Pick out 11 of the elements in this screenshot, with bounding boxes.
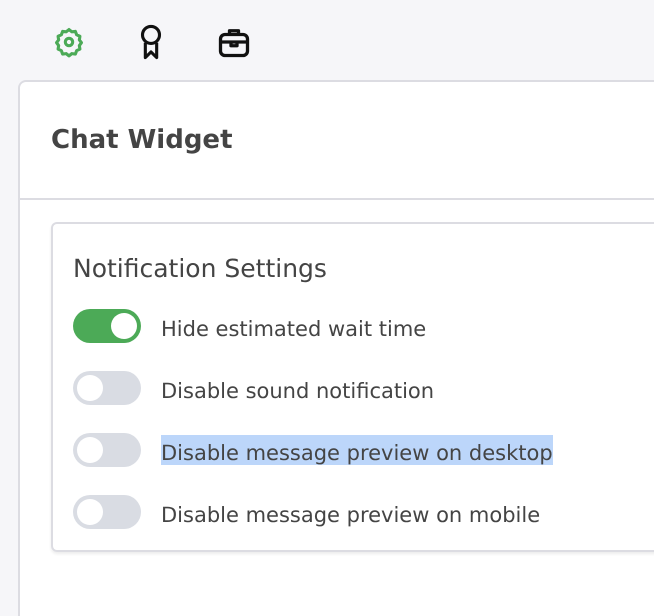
toggle-label: Disable message preview on mobile (161, 502, 540, 527)
card-title: Notification Settings (73, 254, 328, 283)
toggle-switch[interactable] (73, 371, 141, 405)
toggle-switch[interactable] (73, 433, 141, 467)
toggle-switch[interactable] (73, 495, 141, 529)
panel-title: Chat Widget (51, 125, 232, 155)
toggle-label: Hide estimated wait time (161, 316, 426, 341)
toggle-label: Disable message preview on desktop (161, 435, 553, 465)
toggle-label: Disable sound notification (161, 378, 434, 403)
toggle-switch[interactable] (73, 309, 141, 343)
settings-icon (52, 25, 86, 59)
